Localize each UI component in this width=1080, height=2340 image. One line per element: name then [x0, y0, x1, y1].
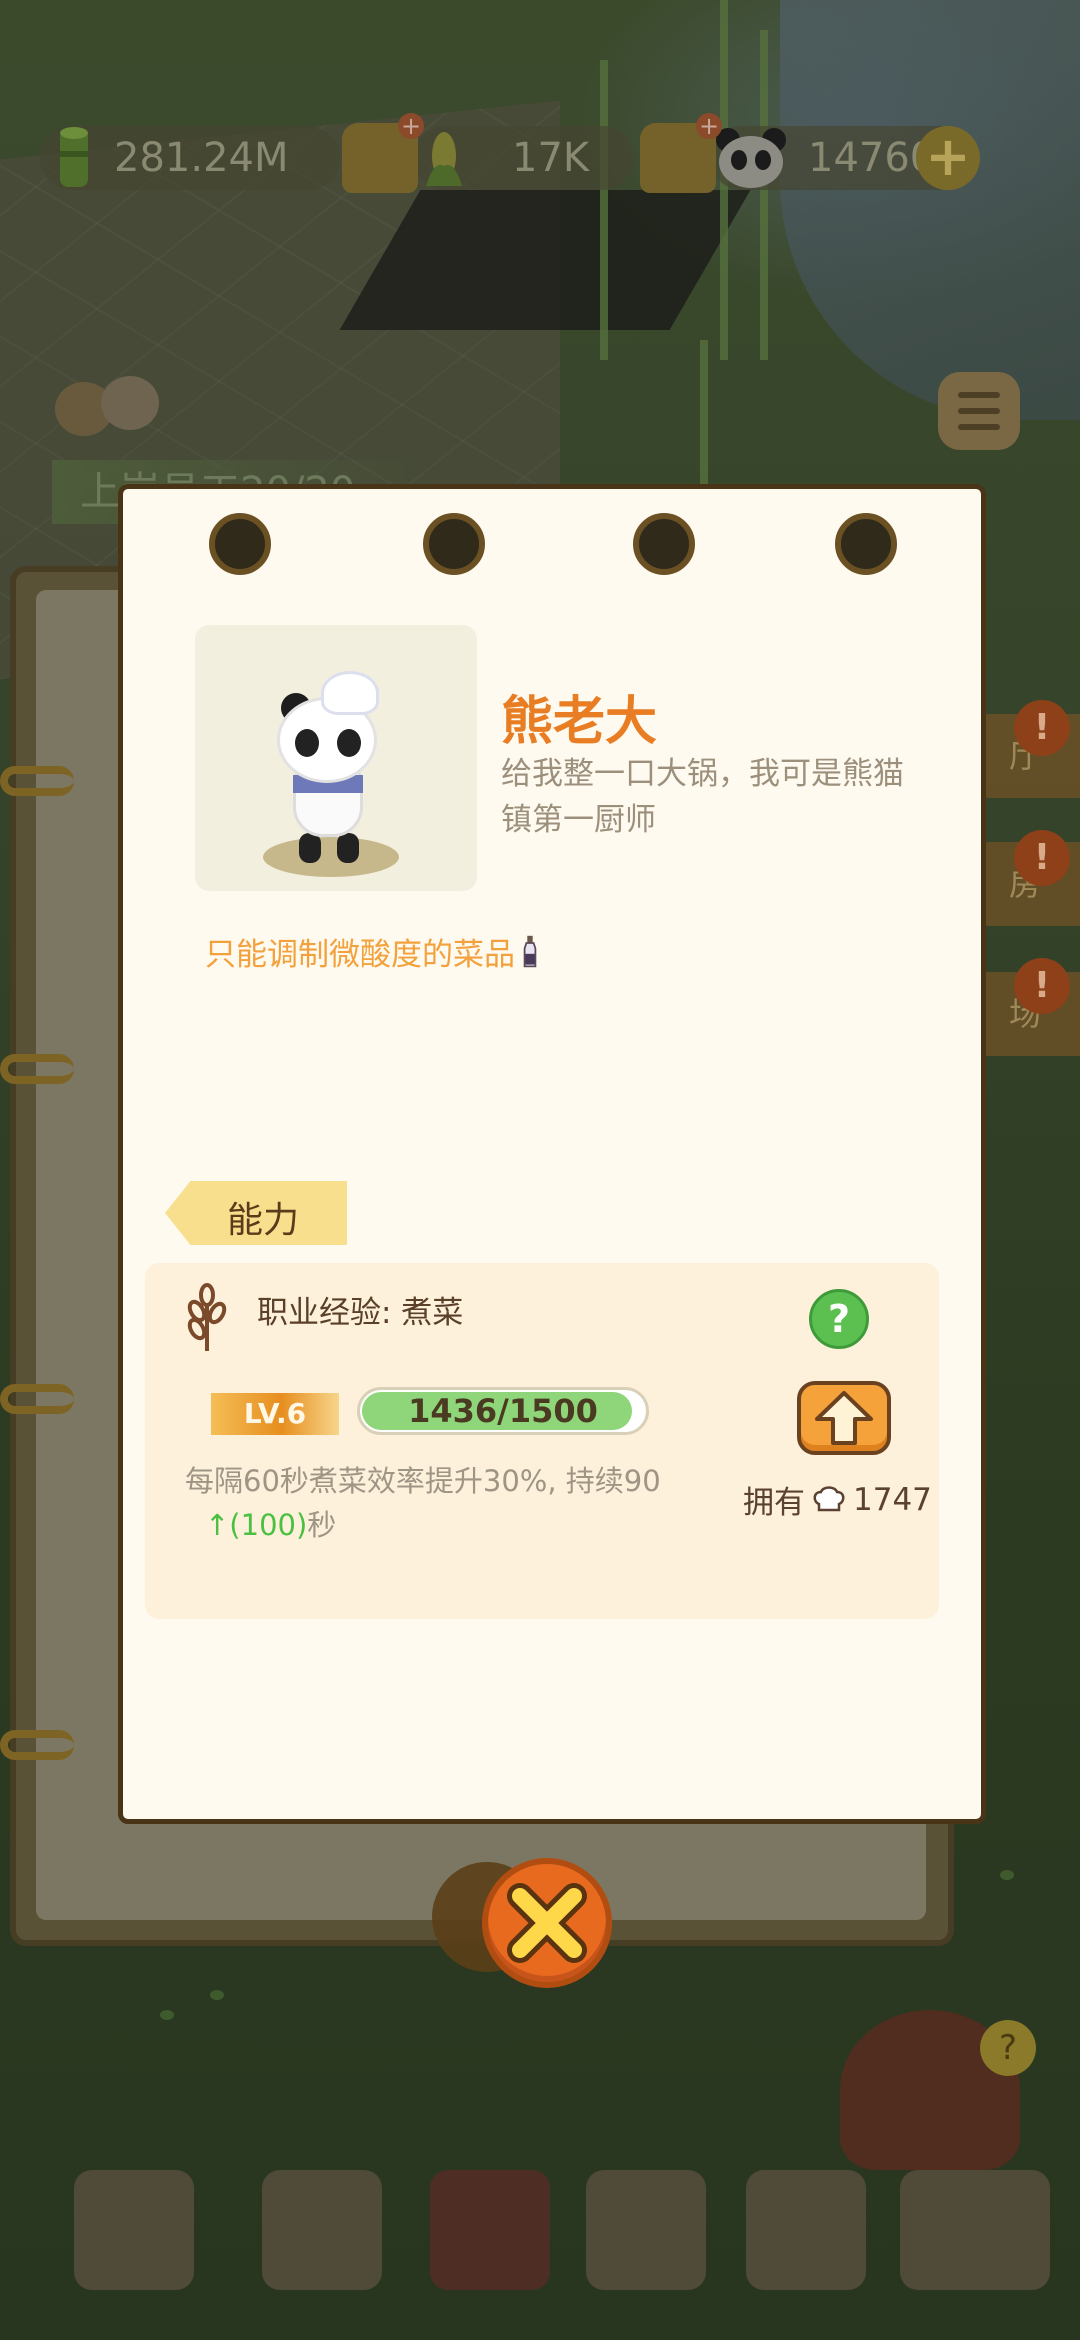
- owned-count: 拥有 1747: [743, 1477, 932, 1522]
- binder-ring: [0, 1384, 74, 1414]
- level-badge: LV.6: [211, 1393, 339, 1435]
- corn-icon: [426, 132, 462, 186]
- map-icon[interactable]: [74, 2170, 194, 2290]
- trait-text: 只能调制微酸度的菜品: [205, 937, 515, 973]
- pot-icon[interactable]: [262, 2170, 382, 2290]
- river: [780, 0, 1080, 420]
- panda-icon: [716, 128, 786, 188]
- add-panda-button[interactable]: +: [916, 126, 980, 190]
- ability-panel: 职业经验: 煮菜 ? LV.6 1436/1500 每隔60秒煮菜效率提升30%…: [145, 1263, 939, 1619]
- menu-book-icon[interactable]: [430, 2170, 550, 2290]
- rabbit-face: [101, 376, 159, 430]
- delivery-icon[interactable]: [900, 2170, 1050, 2290]
- bear-friends-icon[interactable]: [55, 372, 165, 442]
- effect-upgrade-value: ↑(100): [205, 1508, 308, 1542]
- ability-section-tag: 能力: [165, 1181, 347, 1245]
- panda-eye: [295, 729, 319, 757]
- alert-badge-icon: !: [1014, 830, 1070, 886]
- binder-ring: [0, 766, 74, 796]
- binder-hole: [633, 513, 695, 575]
- binder-ring: [0, 1730, 74, 1760]
- chef-hat-icon: [813, 1485, 845, 1511]
- list-line: [958, 408, 1000, 414]
- list-line: [958, 424, 1000, 430]
- tools-icon[interactable]: [586, 2170, 706, 2290]
- character-portrait: [195, 625, 477, 891]
- help-icon[interactable]: ?: [809, 1289, 869, 1349]
- character-card: 熊老大 给我整一口大锅，我可是熊猫镇第一厨师 只能调制微酸度的菜品 能力 职业经…: [118, 484, 986, 1824]
- corn-resource: 17K: [414, 126, 634, 190]
- panda-eye: [337, 729, 361, 757]
- exp-progress-text: 1436/1500: [408, 1392, 598, 1430]
- ability-tag-label: 能力: [227, 1200, 300, 1241]
- wheat-icon: [187, 1283, 227, 1351]
- owned-value: 1747: [853, 1481, 932, 1518]
- grass: [210, 1990, 224, 2000]
- alert-badge-icon: !: [1014, 958, 1070, 1014]
- corn-shop-button[interactable]: [640, 113, 722, 193]
- bamboo-amount: 281.24M: [114, 135, 289, 181]
- profession-exp-label: 职业经验: 煮菜: [257, 1295, 464, 1331]
- bamboo-icon: [60, 127, 88, 187]
- bamboo-stalk: [600, 60, 608, 360]
- upgrade-button[interactable]: [797, 1381, 891, 1455]
- binder-hole: [209, 513, 271, 575]
- owned-label: 拥有: [743, 1485, 805, 1521]
- effect-text: 每隔60秒煮菜效率提升30%, 持续90: [185, 1464, 661, 1498]
- exp-progress-bar: 1436/1500: [357, 1387, 649, 1435]
- effect-unit: 秒: [307, 1508, 337, 1542]
- bamboo-shop-button[interactable]: [342, 113, 424, 193]
- corn-amount: 17K: [512, 135, 590, 181]
- arrow-up-icon: [815, 1391, 873, 1445]
- binder-hole: [423, 513, 485, 575]
- grass: [160, 2010, 174, 2020]
- resource-bar: 281.24M 17K 14760 +: [40, 113, 1040, 194]
- close-icon: [507, 1883, 587, 1963]
- bamboo-resource: 281.24M: [40, 126, 340, 190]
- character-name: 熊老大: [501, 692, 658, 752]
- vinegar-bottle-icon: [523, 935, 537, 967]
- character-description: 给我整一口大锅，我可是熊猫镇第一厨师: [501, 756, 904, 838]
- binder-hole: [835, 513, 897, 575]
- character-trait: 只能调制微酸度的菜品: [205, 929, 539, 974]
- effect-description: 每隔60秒煮菜效率提升30%, 持续90 ↑(100)秒: [185, 1459, 725, 1547]
- binder-ring: [0, 1054, 74, 1084]
- close-button[interactable]: [482, 1858, 612, 1988]
- question-bubble-icon[interactable]: ?: [980, 2020, 1036, 2076]
- panda-leg: [337, 833, 359, 863]
- grass: [1000, 1870, 1014, 1880]
- list-line: [958, 392, 1000, 398]
- chef-hat: [321, 671, 379, 715]
- staff-icon[interactable]: [746, 2170, 866, 2290]
- ground-shadow: [263, 837, 399, 877]
- list-menu-button[interactable]: [938, 372, 1020, 450]
- alert-badge-icon: !: [1014, 700, 1070, 756]
- bamboo-stalk: [760, 30, 768, 360]
- panda-leg: [299, 833, 321, 863]
